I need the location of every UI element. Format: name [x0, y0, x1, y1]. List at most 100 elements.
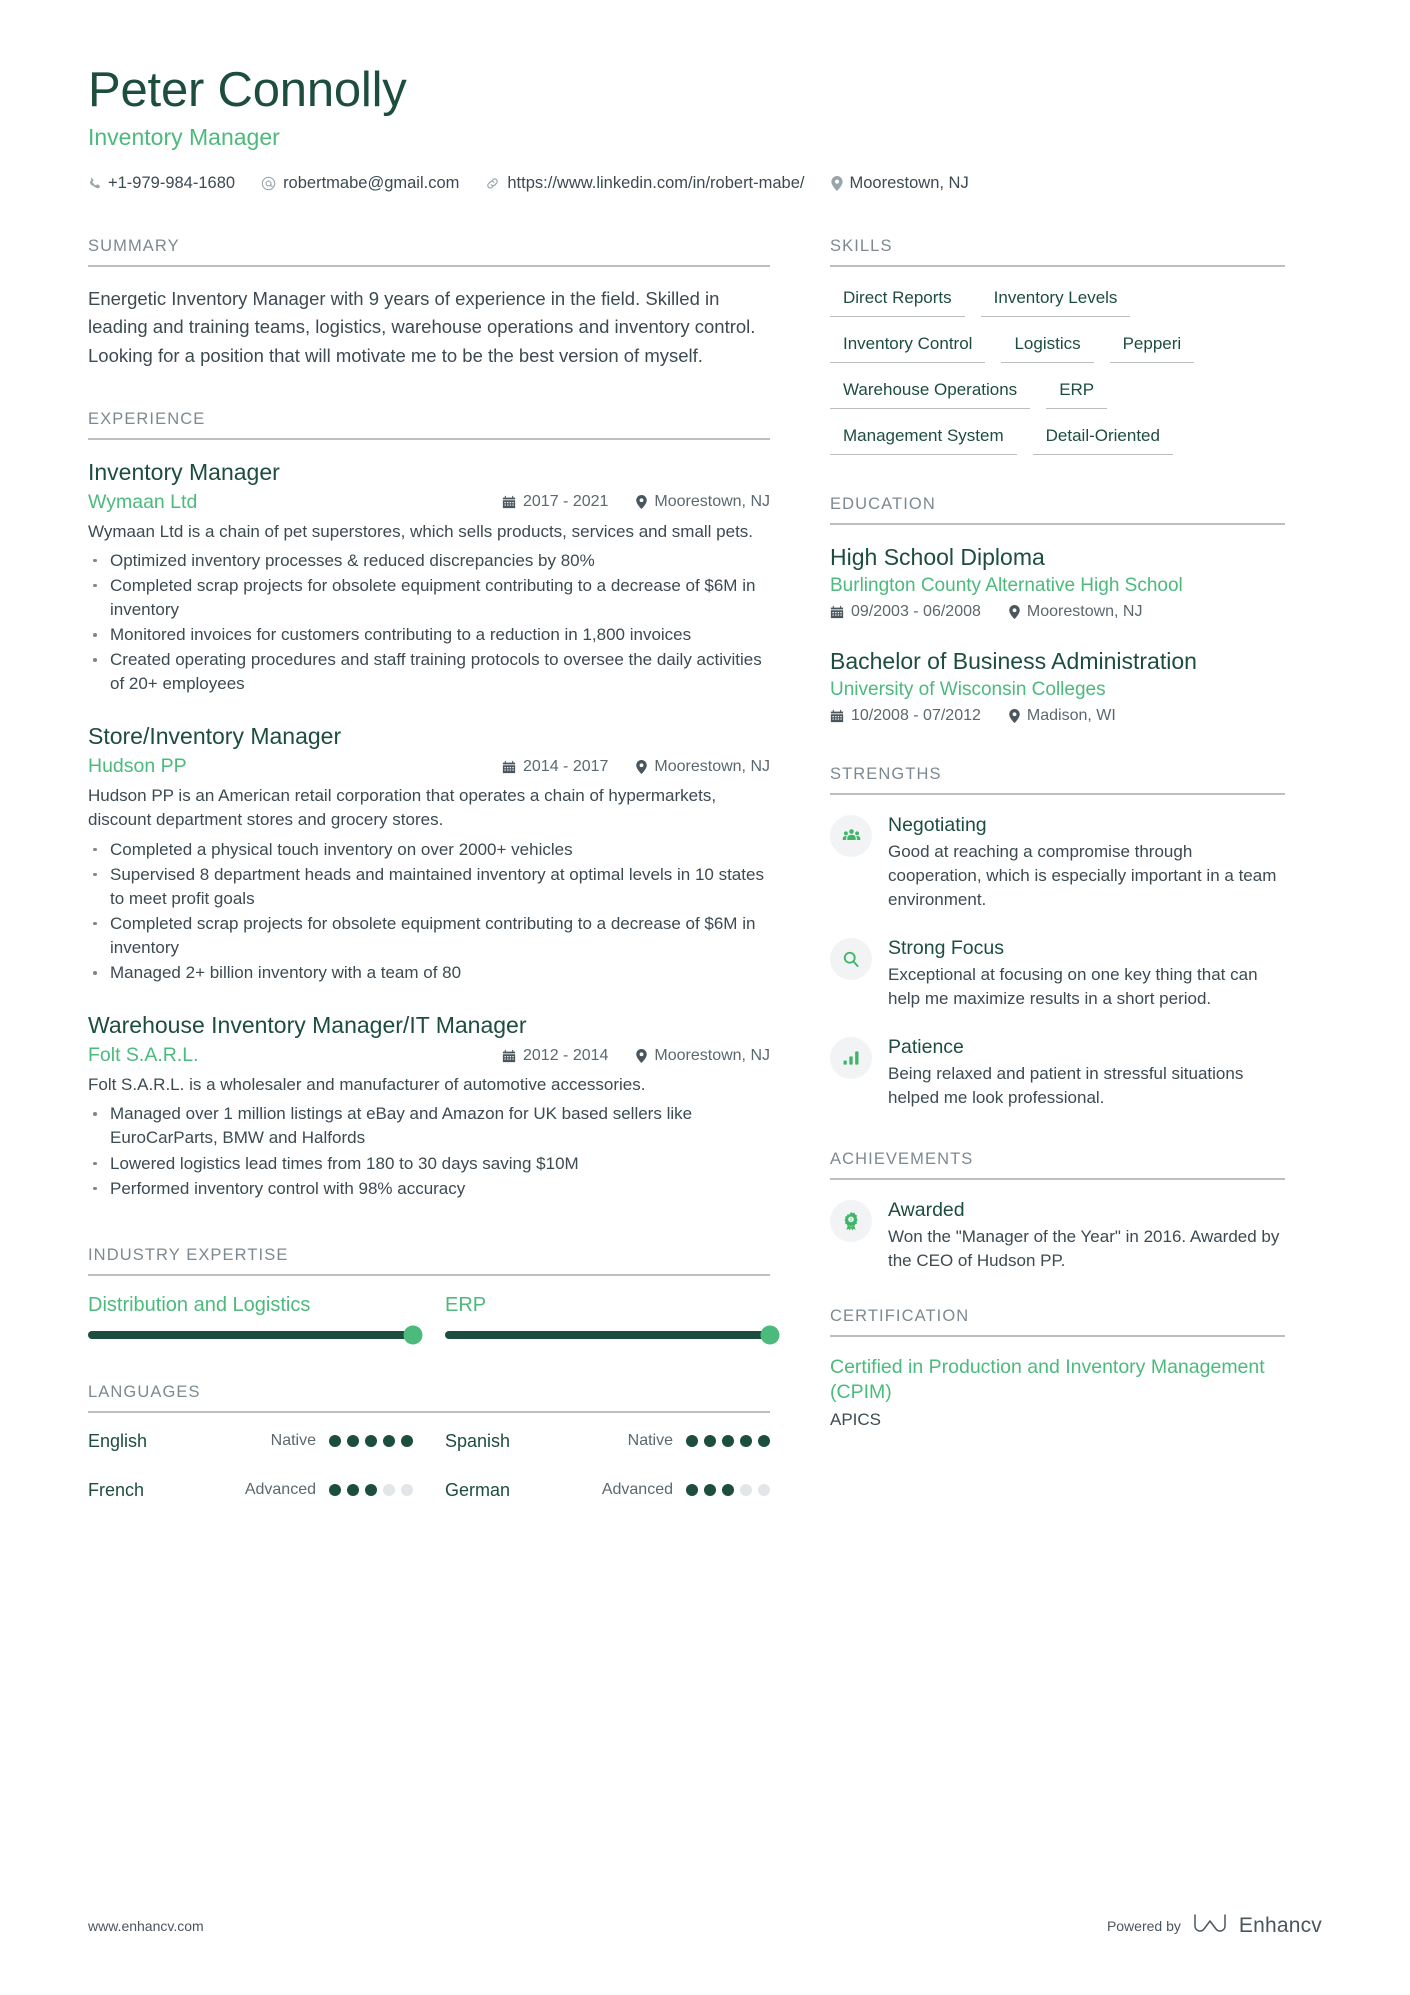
- language-dot: [740, 1484, 752, 1497]
- section-title-summary: SUMMARY: [88, 237, 770, 268]
- language-dot: [758, 1435, 770, 1448]
- language-dot: [740, 1435, 752, 1448]
- experience-location: Moorestown, NJ: [636, 1047, 770, 1065]
- summary-text: Energetic Inventory Manager with 9 years…: [88, 288, 756, 366]
- language-dot: [383, 1484, 395, 1497]
- strengths-description: Exceptional at focusing on one key thing…: [888, 965, 1258, 1008]
- enhancv-logo-icon: [1193, 1912, 1227, 1939]
- contact-location: Moorestown, NJ: [830, 174, 969, 193]
- experience-location: Moorestown, NJ: [636, 493, 770, 511]
- calendar-icon: [502, 495, 516, 509]
- experience-bullet: Supervised 8 department heads and mainta…: [88, 863, 770, 911]
- experience-bullet: Optimized inventory processes & reduced …: [88, 549, 770, 573]
- expertise-item: ERP: [445, 1294, 780, 1345]
- language-item: English Native: [88, 1431, 413, 1452]
- people-group-icon: [830, 815, 872, 857]
- section-education: EDUCATION High School Diploma Burlington…: [830, 495, 1285, 725]
- expertise-slider-knob[interactable]: [403, 1325, 423, 1345]
- experience-location-text: Moorestown, NJ: [654, 757, 770, 775]
- education-location-text: Moorestown, NJ: [1026, 603, 1143, 621]
- experience-bullet-list: Completed a physical touch inventory on …: [88, 838, 770, 986]
- resume-page: Peter Connolly Inventory Manager +1-979-…: [0, 0, 1410, 1995]
- skill-tag[interactable]: Direct Reports: [830, 285, 965, 318]
- certification-item: Certified in Production and Inventory Ma…: [830, 1355, 1285, 1431]
- experience-role: Store/Inventory Manager: [88, 723, 342, 750]
- skill-tag[interactable]: Warehouse Operations: [830, 377, 1031, 410]
- experience-description: Hudson PP is an American retail corporat…: [88, 786, 717, 830]
- education-list: High School Diploma Burlington County Al…: [830, 525, 1285, 725]
- section-title-education: EDUCATION: [830, 495, 1285, 526]
- language-dot: [347, 1484, 359, 1497]
- experience-dates-text: 2014 - 2017: [523, 757, 609, 775]
- achievements-item: 2 Awarded Won the "Manager of the Year" …: [830, 1198, 1285, 1273]
- skill-tag[interactable]: ERP: [1046, 377, 1108, 410]
- contact-linkedin[interactable]: https://www.linkedin.com/in/robert-mabe/: [485, 174, 805, 193]
- language-dot: [686, 1435, 698, 1448]
- experience-dates: 2012 - 2014: [502, 1047, 608, 1065]
- calendar-icon: [502, 760, 516, 774]
- skill-tag[interactable]: Pepperi: [1109, 331, 1195, 364]
- expertise-slider[interactable]: [445, 1325, 780, 1345]
- language-dot: [758, 1484, 770, 1497]
- language-dot: [329, 1484, 341, 1497]
- resume-body: SUMMARY Energetic Inventory Manager with…: [88, 237, 1322, 1501]
- contact-email[interactable]: robertmabe@gmail.com: [261, 174, 459, 193]
- strengths-list: Negotiating Good at reaching a compromis…: [830, 795, 1285, 1110]
- contact-phone[interactable]: +1-979-984-1680: [88, 174, 235, 193]
- experience-list: Inventory Manager Wymaan Ltd 2017 - 2021…: [88, 440, 770, 1201]
- education-location: Moorestown, NJ: [1009, 603, 1143, 621]
- achievements-title: Awarded: [888, 1198, 965, 1221]
- strengths-item: Patience Being relaxed and patient in st…: [830, 1035, 1285, 1110]
- brand-name: Enhancv: [1238, 1913, 1322, 1937]
- contact-phone-text: +1-979-984-1680: [108, 174, 236, 193]
- education-school: Burlington County Alternative High Schoo…: [830, 574, 1183, 596]
- contact-row: +1-979-984-1680 robertmabe@gmail.com htt…: [88, 174, 1322, 193]
- page-title: Peter Connolly: [88, 63, 407, 117]
- experience-bullet: Performed inventory control with 98% acc…: [88, 1177, 770, 1201]
- section-summary: SUMMARY Energetic Inventory Manager with…: [88, 237, 770, 369]
- link-icon: [485, 176, 500, 191]
- language-item: Spanish Native: [445, 1431, 770, 1452]
- education-meta: 09/2003 - 06/2008 Moorestown, NJ: [830, 603, 1285, 621]
- left-column: SUMMARY Energetic Inventory Manager with…: [88, 237, 780, 1501]
- skill-tag[interactable]: Detail-Oriented: [1032, 423, 1173, 456]
- skill-tag[interactable]: Inventory Levels: [980, 285, 1131, 318]
- expertise-slider-knob[interactable]: [760, 1325, 780, 1345]
- language-dot: [383, 1435, 395, 1448]
- experience-location-text: Moorestown, NJ: [654, 1046, 770, 1064]
- experience-dates-text: 2012 - 2014: [523, 1046, 609, 1064]
- experience-meta: Hudson PP 2014 - 2017 Moorestown, NJ: [88, 755, 770, 778]
- experience-bullet: Completed a physical touch inventory on …: [88, 838, 770, 862]
- location-pin-icon: [830, 176, 843, 192]
- skill-tag[interactable]: Inventory Control: [830, 331, 986, 364]
- section-title-strengths: STRENGTHS: [830, 765, 1285, 795]
- strengths-title: Patience: [888, 1035, 964, 1058]
- location-pin-icon: [1009, 709, 1020, 723]
- footer-url[interactable]: www.enhancv.com: [88, 1918, 204, 1934]
- language-dots: [686, 1435, 770, 1448]
- education-item: High School Diploma Burlington County Al…: [830, 543, 1285, 621]
- experience-bullet-list: Managed over 1 million listings at eBay …: [88, 1102, 770, 1201]
- achievements-list: 2 Awarded Won the "Manager of the Year" …: [830, 1180, 1285, 1273]
- education-dates: 09/2003 - 06/2008: [830, 603, 981, 621]
- experience-company: Wymaan Ltd: [88, 490, 198, 513]
- experience-bullet: Lowered logistics lead times from 180 to…: [88, 1152, 770, 1176]
- experience-meta: Wymaan Ltd 2017 - 2021 Moorestown, NJ: [88, 491, 770, 514]
- bar-chart-icon: [830, 1036, 872, 1079]
- experience-location-text: Moorestown, NJ: [654, 493, 770, 511]
- skill-tag[interactable]: Logistics: [1001, 331, 1094, 364]
- experience-bullet: Created operating procedures and staff t…: [88, 648, 770, 696]
- experience-role: Warehouse Inventory Manager/IT Manager: [88, 1012, 527, 1039]
- section-title-experience: EXPERIENCE: [88, 410, 770, 440]
- language-level: Advanced: [244, 1481, 316, 1499]
- skill-tag[interactable]: Management System: [830, 423, 1017, 456]
- language-dots: [329, 1484, 413, 1497]
- section-title-achievements: ACHIEVEMENTS: [830, 1150, 1285, 1180]
- expertise-slider[interactable]: [88, 1325, 423, 1345]
- phone-icon: [88, 176, 101, 191]
- strengths-title: Negotiating: [888, 814, 987, 836]
- experience-bullet: Managed over 1 million listings at eBay …: [88, 1102, 770, 1150]
- section-experience: EXPERIENCE Inventory Manager Wymaan Ltd …: [88, 410, 770, 1201]
- experience-dates: 2014 - 2017: [502, 758, 608, 776]
- calendar-icon: [830, 709, 844, 723]
